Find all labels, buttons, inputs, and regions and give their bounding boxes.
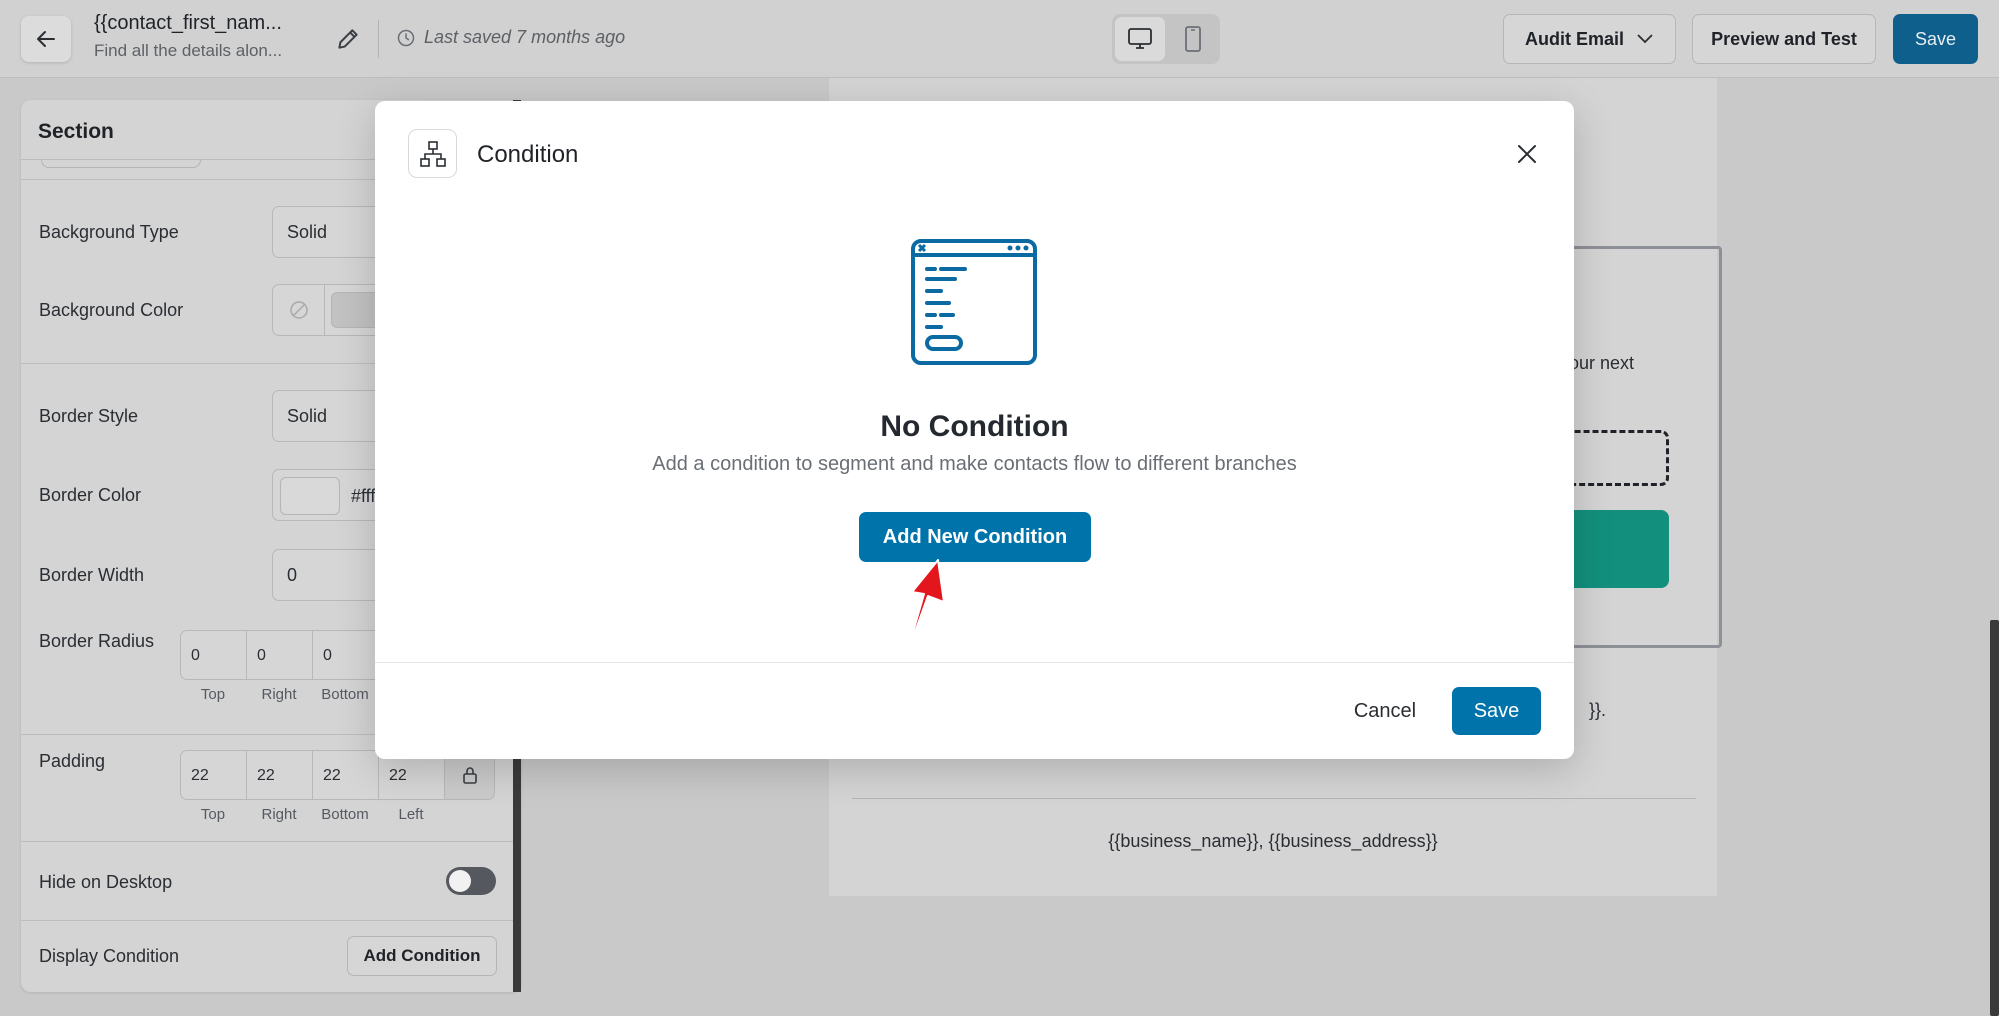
empty-state-description: Add a condition to segment and make cont… (652, 453, 1297, 475)
page-scrollbar[interactable] (1990, 620, 1999, 1016)
modal-footer-divider (375, 662, 1574, 663)
last-saved-text: Last saved 7 months ago (424, 27, 626, 47)
condition-modal: Condition No Condition Add a condition t… (375, 101, 1574, 759)
side-label-right: Right (261, 686, 297, 703)
device-toggle (1112, 14, 1220, 64)
email-title: {{contact_first_nam... (94, 12, 282, 34)
back-arrow-icon (37, 31, 55, 47)
email-title-block[interactable]: {{contact_first_nam... Find all the deta… (94, 12, 314, 61)
pencil-icon[interactable] (335, 26, 361, 52)
modal-save-button[interactable]: Save (1452, 687, 1541, 735)
email-body-text: our next (1569, 353, 1635, 373)
cancel-button[interactable]: Cancel (1342, 687, 1428, 735)
email-subtitle: Find all the details alon... (94, 41, 283, 60)
lock-icon (462, 767, 477, 784)
padding-side-labels: Top Right Bottom Left (180, 806, 444, 823)
modal-title: Condition (477, 141, 579, 168)
code-window-illustration (911, 239, 1037, 365)
chevron-down-icon (1637, 34, 1653, 44)
top-bar: {{contact_first_nam... Find all the deta… (0, 0, 1999, 78)
side-label-top: Top (200, 686, 226, 703)
border-radius-bottom[interactable]: 0 (312, 630, 379, 680)
padding-right[interactable]: 22 (246, 750, 313, 800)
audit-email-button[interactable]: Audit Email (1503, 14, 1676, 64)
close-icon[interactable] (1512, 139, 1542, 169)
preview-and-test-button[interactable]: Preview and Test (1692, 14, 1876, 64)
background-type-label: Background Type (39, 222, 179, 242)
add-condition-button[interactable]: Add Condition (347, 936, 497, 976)
padding-label: Padding (39, 751, 106, 771)
top-save-button[interactable]: Save (1893, 14, 1978, 64)
last-saved-status: Last saved 7 months ago (396, 27, 625, 48)
hide-on-desktop-label: Hide on Desktop (39, 872, 173, 892)
no-color-icon[interactable] (273, 285, 325, 335)
border-style-label: Border Style (39, 406, 139, 426)
divider (21, 841, 521, 842)
side-label-bottom: Bottom (321, 806, 369, 823)
border-radius-label: Border Radius (39, 631, 155, 651)
side-label-top: Top (200, 806, 226, 823)
empty-state-title: No Condition (880, 410, 1069, 443)
hide-on-desktop-toggle[interactable] (446, 867, 496, 895)
mobile-view-button[interactable] (1168, 17, 1218, 61)
padding-bottom[interactable]: 22 (312, 750, 379, 800)
background-color-label: Background Color (39, 300, 184, 320)
pointer-arrow-icon (904, 559, 945, 661)
mobile-icon (1185, 26, 1201, 52)
collapsed-control (41, 160, 201, 168)
border-radius-right[interactable]: 0 (246, 630, 313, 680)
border-radius-top[interactable]: 0 (180, 630, 247, 680)
border-color-label: Border Color (39, 485, 142, 505)
audit-email-label: Audit Email (1524, 28, 1624, 49)
border-radius-side-labels: Top Right Bottom (180, 686, 378, 703)
border-color-hex: #fff (351, 486, 376, 506)
display-condition-label: Display Condition (39, 946, 180, 966)
clock-icon (397, 29, 415, 46)
side-label-bottom: Bottom (321, 686, 369, 703)
email-body-text-2: }}. (1589, 700, 1607, 720)
divider (378, 20, 379, 58)
desktop-icon (1128, 28, 1152, 49)
divider (21, 920, 521, 921)
side-label-left: Left (398, 806, 424, 823)
flow-tree-icon (408, 129, 457, 178)
toggle-knob (449, 870, 471, 892)
border-color-swatch[interactable] (280, 477, 340, 515)
desktop-view-button[interactable] (1115, 17, 1165, 61)
email-footer-text: {{business_name}}, {{business_address}} (1108, 831, 1438, 851)
side-label-right: Right (261, 806, 297, 823)
border-width-label: Border Width (39, 565, 145, 585)
email-divider (852, 798, 1696, 799)
padding-top[interactable]: 22 (180, 750, 247, 800)
back-button[interactable] (21, 16, 71, 62)
